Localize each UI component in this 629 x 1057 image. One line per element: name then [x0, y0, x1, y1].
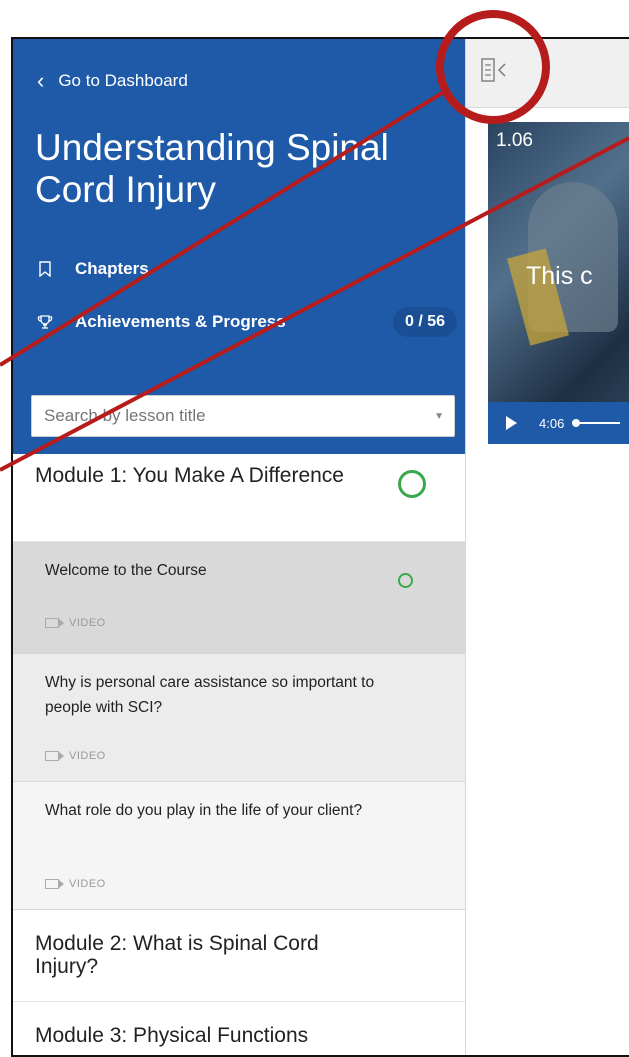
lesson-type: VIDEO: [45, 617, 106, 629]
progress-ring-icon: [398, 470, 426, 498]
module-title: Module 1: You Make A Difference: [35, 464, 344, 487]
go-to-dashboard-link[interactable]: ‹ Go to Dashboard: [37, 68, 188, 93]
video-progress-slider[interactable]: [572, 419, 621, 427]
lesson-title: What role do you play in the life of you…: [45, 802, 363, 819]
sidebar-header: ‹ Go to Dashboard Understanding Spinal C…: [13, 39, 465, 454]
play-icon[interactable]: [506, 416, 517, 430]
video-player[interactable]: 1.06 This c 4:06: [488, 122, 629, 444]
lesson-type: VIDEO: [45, 878, 106, 890]
collapse-sidebar-icon: [480, 56, 510, 89]
search-input[interactable]: [42, 405, 435, 427]
video-controls: 4:06: [488, 402, 629, 444]
top-toolbar: [466, 39, 629, 108]
bookmark-icon: [37, 261, 53, 277]
chevron-left-icon: ‹: [37, 68, 45, 93]
lesson-title: Welcome to the Course: [45, 562, 207, 579]
lesson-title: Why is personal care assistance so impor…: [45, 674, 375, 716]
course-title: Understanding Spinal Cord Injury: [35, 127, 389, 210]
slider-handle[interactable]: [572, 419, 581, 427]
lesson-type: VIDEO: [45, 750, 106, 762]
video-time: 4:06: [539, 415, 565, 431]
module-item[interactable]: Module 3: Physical Functions: [13, 1002, 465, 1055]
module-item[interactable]: Module 1: You Make A Difference: [13, 454, 465, 542]
main-content: 1.06 This c 4:06: [466, 39, 629, 1055]
achievements-label: Achievements & Progress: [75, 312, 286, 331]
app-frame: ‹ Go to Dashboard Understanding Spinal C…: [11, 37, 629, 1057]
video-camera-icon: [45, 751, 64, 761]
course-sidebar: ‹ Go to Dashboard Understanding Spinal C…: [13, 39, 466, 1055]
slider-track: [580, 422, 621, 424]
lesson-type-label: VIDEO: [69, 878, 106, 890]
lesson-search[interactable]: ▼: [31, 395, 455, 437]
video-camera-icon: [45, 879, 64, 889]
lesson-type-label: VIDEO: [69, 750, 106, 762]
video-timestamp: 1.06: [496, 130, 533, 151]
module-item[interactable]: Module 2: What is Spinal Cord Injury?: [13, 910, 465, 1002]
module-title: Module 2: What is Spinal Cord Injury?: [35, 932, 319, 978]
lesson-item[interactable]: Why is personal care assistance so impor…: [13, 654, 465, 782]
lesson-type-label: VIDEO: [69, 617, 106, 629]
progress-badge: 0 / 56: [392, 307, 457, 337]
chapters-link[interactable]: Chapters: [37, 259, 149, 279]
achievements-progress-link[interactable]: Achievements & Progress 0 / 56: [37, 307, 457, 337]
dropdown-caret-icon[interactable]: ▼: [434, 411, 444, 422]
go-to-dashboard-label: Go to Dashboard: [58, 71, 188, 90]
progress-ring-icon: [398, 573, 413, 588]
trophy-icon: [37, 314, 53, 330]
module-title: Module 3: Physical Functions: [35, 1024, 309, 1047]
video-caption: This c: [526, 262, 593, 290]
lesson-item[interactable]: What role do you play in the life of you…: [13, 782, 465, 910]
chapters-label: Chapters: [75, 259, 149, 278]
video-camera-icon: [45, 618, 64, 628]
lesson-item-active[interactable]: Welcome to the Course VIDEO: [13, 542, 465, 654]
sidebar-toggle-button[interactable]: [480, 55, 520, 89]
